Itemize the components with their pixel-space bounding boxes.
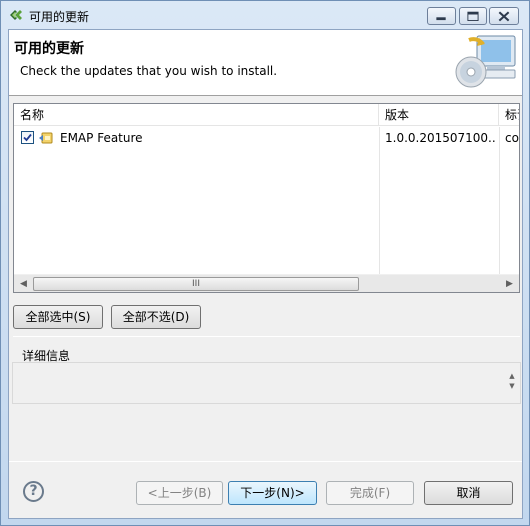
cancel-button[interactable]: 取消 [424, 481, 513, 505]
close-icon [498, 11, 510, 22]
close-button[interactable] [489, 7, 519, 25]
feature-version: 1.0.0.201507100... [385, 131, 495, 145]
minimize-icon [436, 17, 446, 21]
updates-table[interactable]: 名称 版本 标识 EM [13, 103, 520, 293]
row-checkbox[interactable] [21, 131, 34, 144]
next-button[interactable]: 下一步(N)> [228, 481, 317, 505]
wizard-banner: 可用的更新 Check the updates that you wish to… [9, 30, 522, 96]
table-body: EMAP Feature 1.0.0.201507100... cor [14, 127, 519, 274]
separator [9, 461, 522, 462]
column-header-id[interactable]: 标识 [499, 104, 519, 126]
maximize-button[interactable] [459, 7, 487, 25]
feature-id: cor [505, 131, 519, 145]
feature-name: EMAP Feature [60, 131, 143, 145]
deselect-all-button[interactable]: 全部不选(D) [111, 305, 201, 329]
computer-cd-update-icon [455, 35, 516, 88]
column-header-version[interactable]: 版本 [379, 104, 499, 126]
title-bar[interactable]: 可用的更新 [1, 1, 529, 29]
checkmark-icon [23, 133, 32, 142]
select-all-button[interactable]: 全部选中(S) [13, 305, 103, 329]
back-button[interactable]: <上一步(B) [136, 481, 223, 505]
dialog-client-area: 可用的更新 Check the updates that you wish to… [8, 29, 523, 519]
page-title: 可用的更新 [14, 41, 84, 57]
window-title: 可用的更新 [29, 10, 90, 24]
table-header: 名称 版本 标识 [14, 104, 519, 126]
table-row[interactable]: EMAP Feature 1.0.0.201507100... cor [14, 127, 519, 149]
scroll-grip: III [192, 279, 200, 289]
separator [13, 336, 520, 337]
help-icon[interactable]: ? [23, 481, 44, 502]
feature-icon [39, 132, 53, 144]
scroll-thumb[interactable]: III [33, 277, 359, 291]
scroll-right-icon[interactable]: ▶ [501, 276, 518, 292]
minimize-button[interactable] [427, 7, 456, 25]
column-header-name[interactable]: 名称 [14, 104, 379, 126]
page-description: Check the updates that you wish to insta… [20, 64, 278, 78]
update-dialog-window: 可用的更新 可用的更新 Check the updates that you w… [0, 0, 530, 526]
details-scroll-arrows-icon[interactable]: ▲ ▼ [507, 371, 517, 393]
maximize-icon [467, 11, 479, 21]
details-panel[interactable]: ▲ ▼ [12, 362, 521, 404]
horizontal-scrollbar[interactable]: ◀ III ▶ [14, 274, 519, 292]
finish-button[interactable]: 完成(F) [326, 481, 414, 505]
scroll-left-icon[interactable]: ◀ [15, 276, 32, 292]
eclipse-update-icon [10, 10, 22, 20]
